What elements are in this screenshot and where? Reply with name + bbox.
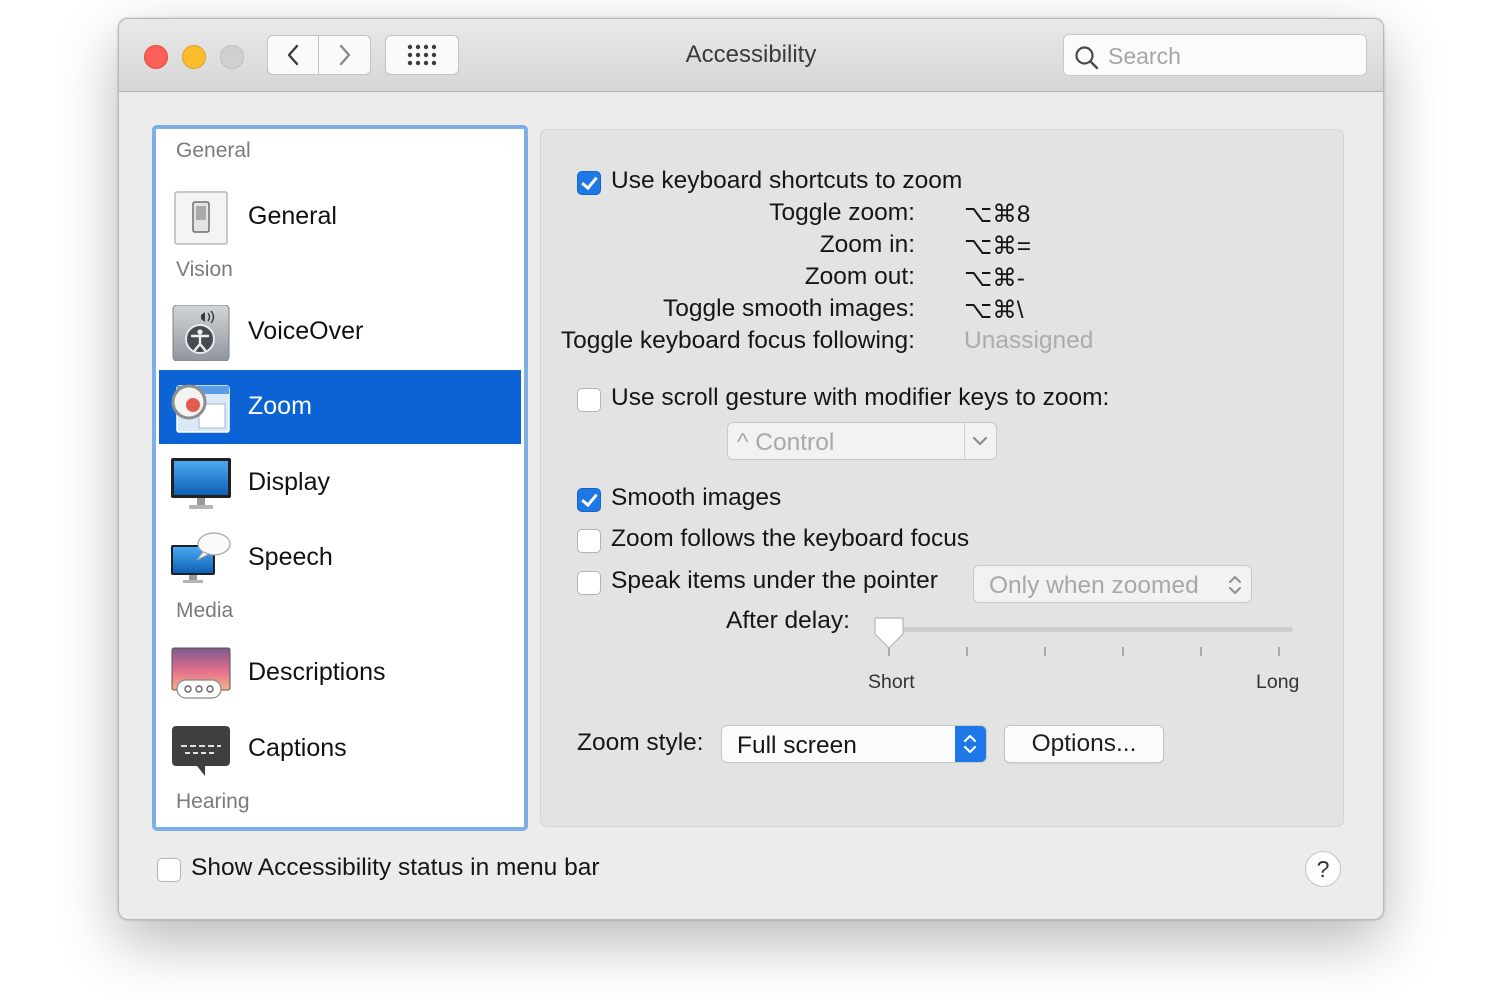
select-divider	[964, 423, 965, 459]
zoom-style-label: Zoom style:	[577, 729, 704, 756]
slider-tick	[1122, 647, 1124, 656]
sidebar-item-display[interactable]: Display	[159, 446, 521, 520]
speak-mode-select[interactable]: Only when zoomed	[973, 565, 1252, 603]
accessibility-window: Accessibility General General Vision	[118, 18, 1384, 920]
sidebar-item-label: Speech	[248, 543, 333, 571]
keyboard-shortcuts-checkbox[interactable]	[577, 171, 601, 195]
sidebar-item-label: Display	[248, 468, 330, 496]
sidebar-item-label: VoiceOver	[248, 317, 364, 345]
status-menu-label: Show Accessibility status in menu bar	[191, 854, 600, 881]
sidebar-item-label: General	[248, 202, 337, 230]
up-down-chevron-icon	[1229, 576, 1241, 594]
scroll-gesture-label: Use scroll gesture with modifier keys to…	[611, 384, 1110, 411]
sidebar-item-label: Zoom	[248, 392, 312, 420]
scroll-gesture-checkbox[interactable]	[577, 388, 601, 412]
keyboard-shortcuts-label: Use keyboard shortcuts to zoom	[611, 167, 963, 194]
slider-tick	[966, 647, 968, 656]
title-bar: Accessibility	[119, 19, 1383, 92]
follow-focus-label: Zoom follows the keyboard focus	[611, 525, 970, 552]
sidebar-item-speech[interactable]: Speech	[159, 521, 521, 595]
delay-slider-track[interactable]	[885, 627, 1293, 632]
status-menu-checkbox[interactable]	[157, 858, 181, 882]
zoom-style-stepper	[955, 726, 986, 762]
zoom-settings-panel	[540, 129, 1344, 827]
section-label-media: Media	[176, 599, 234, 622]
shortcut-name-toggle-zoom: Toggle zoom:	[769, 199, 915, 226]
search-field[interactable]	[1063, 34, 1367, 76]
magnifier-icon	[1075, 46, 1099, 70]
sidebar-item-voiceover[interactable]: VoiceOver	[159, 295, 521, 369]
slider-tick	[1044, 647, 1046, 656]
shortcut-name-zoom-out: Zoom out:	[804, 263, 915, 290]
follow-focus-checkbox[interactable]	[577, 529, 601, 553]
chevron-down-icon	[972, 436, 988, 446]
switch-icon	[174, 191, 228, 245]
sidebar-item-captions[interactable]: Captions	[159, 712, 521, 786]
section-label-general: General	[176, 139, 251, 162]
up-down-chevron-icon	[963, 734, 977, 754]
shortcut-key-zoom-out: ⌥⌘-	[964, 265, 1025, 292]
slider-tick	[1200, 647, 1202, 656]
modifier-key-value: ^ Control	[737, 429, 835, 456]
shortcut-name-zoom-in: Zoom in:	[819, 231, 915, 258]
sidebar-item-label: Captions	[248, 734, 347, 762]
sidebar: General General Vision VoiceOver Zoom Di…	[152, 125, 528, 831]
voiceover-icon	[172, 305, 230, 361]
speak-items-checkbox[interactable]	[577, 571, 601, 595]
section-label-hearing: Hearing	[176, 790, 250, 813]
shortcut-key-focus-following: Unassigned	[964, 327, 1094, 354]
zoom-style-value: Full screen	[737, 732, 857, 759]
delay-label: After delay:	[726, 607, 850, 634]
shortcut-name-focus-following: Toggle keyboard focus following:	[560, 327, 915, 354]
delay-slider-knob[interactable]	[872, 615, 906, 651]
speech-icon	[171, 532, 231, 583]
slider-tick	[1278, 647, 1280, 656]
captions-icon	[172, 726, 230, 776]
shortcut-key-zoom-in: ⌥⌘=	[964, 233, 1032, 260]
smooth-images-checkbox[interactable]	[577, 488, 601, 512]
zoom-icon	[171, 384, 230, 433]
sidebar-item-descriptions[interactable]: Descriptions	[159, 636, 521, 710]
delay-max-label: Long	[1256, 671, 1300, 693]
display-icon	[171, 458, 231, 509]
help-button[interactable]: ?	[1305, 851, 1341, 887]
section-label-vision: Vision	[176, 258, 233, 281]
modifier-key-select[interactable]: ^ Control	[727, 422, 997, 460]
sidebar-item-general[interactable]: General	[159, 180, 521, 254]
shortcut-key-smooth-images: ⌥⌘\	[964, 297, 1024, 324]
zoom-style-select[interactable]: Full screen	[721, 725, 987, 763]
speak-mode-value: Only when zoomed	[989, 572, 1199, 599]
shortcut-name-smooth-images: Toggle smooth images:	[663, 295, 915, 322]
sidebar-item-label: Descriptions	[248, 658, 386, 686]
speak-items-label: Speak items under the pointer	[611, 567, 938, 594]
shortcut-key-toggle-zoom: ⌥⌘8	[964, 201, 1031, 228]
delay-min-label: Short	[868, 671, 915, 693]
smooth-images-label: Smooth images	[611, 484, 782, 511]
options-button[interactable]: Options...	[1004, 725, 1164, 763]
search-input[interactable]	[1106, 39, 1360, 73]
sidebar-item-zoom[interactable]: Zoom	[159, 370, 521, 444]
descriptions-icon	[171, 647, 231, 699]
